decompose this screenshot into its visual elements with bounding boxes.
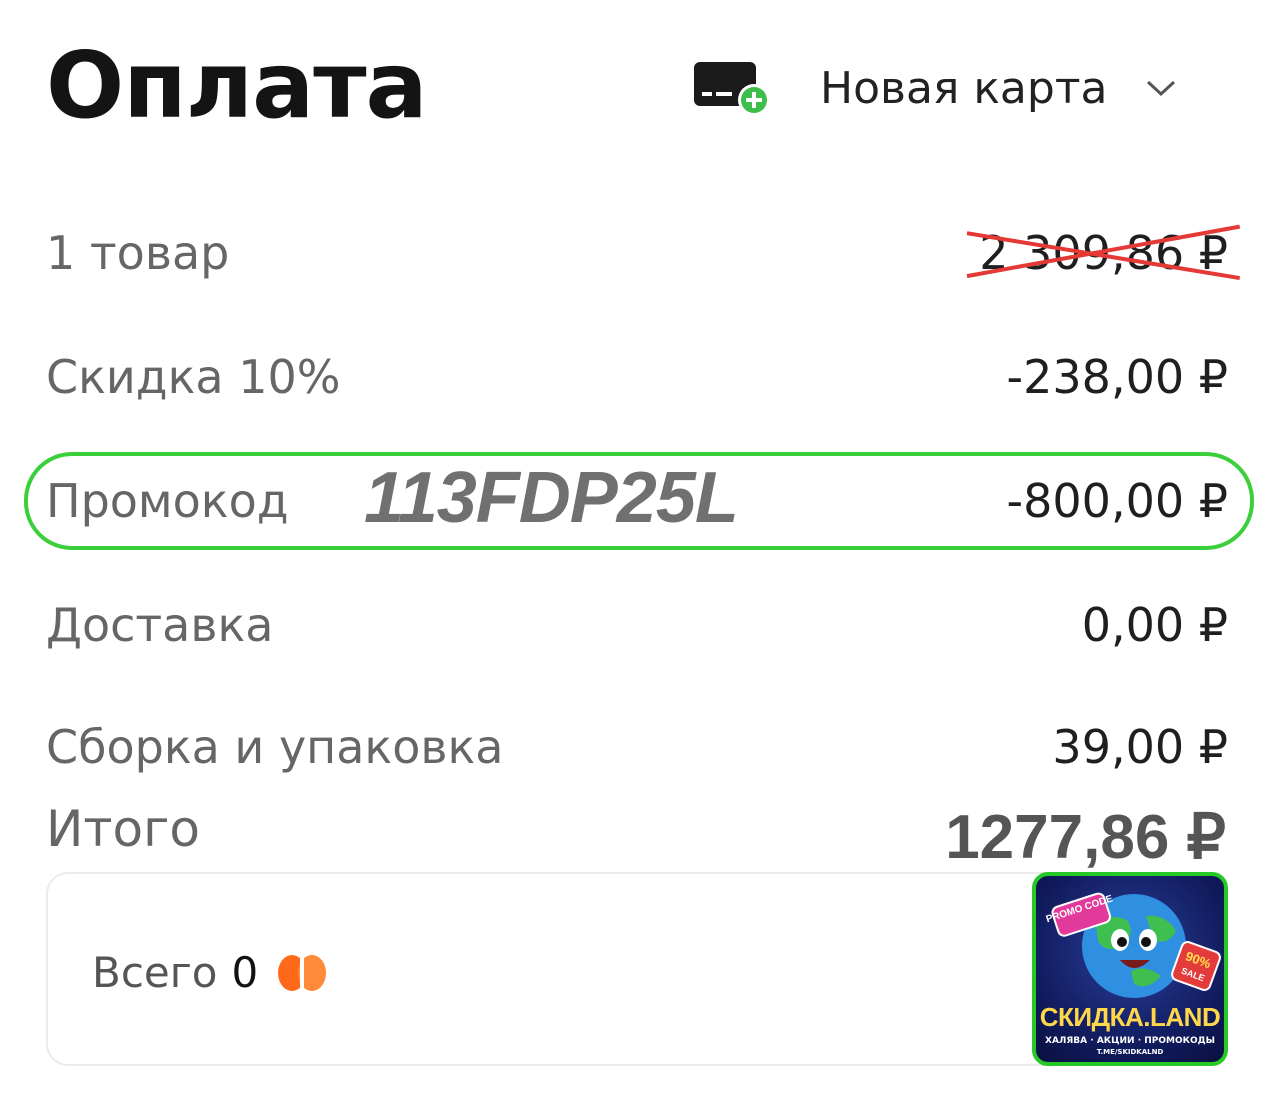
summary-row-value: 0,00 ₽ [1081, 598, 1228, 652]
payment-method-label: Новая карта [820, 62, 1108, 114]
summary-row-label: 1 товар [46, 226, 230, 280]
chevron-down-icon [1147, 80, 1176, 97]
logo-tagline: ХАЛЯВА · АКЦИИ · ПРОМОКОДЫ [1045, 1036, 1215, 1046]
total-value: 1277,86 ₽ [945, 803, 1226, 872]
summary-row-label: Промокод [46, 474, 289, 528]
payment-method-select[interactable]: Новая карта [692, 58, 1177, 118]
bonus-count: 0 [231, 948, 259, 997]
total-label: Итого [46, 800, 200, 858]
struck-price: 2 309,86 ₽ [979, 226, 1228, 280]
bonus-balance: Всего 0 [92, 948, 328, 997]
logo-title: СКИДКА.LAND [1039, 1002, 1221, 1032]
bonus-label: Всего [92, 948, 218, 997]
page-title: Оплата [46, 32, 428, 139]
summary-row-label: Доставка [46, 598, 274, 652]
card-add-icon [694, 62, 770, 116]
promo-code-text: 113FDP25L [364, 458, 739, 538]
summary-row-label: Скидка 10% [46, 350, 341, 404]
bonus-coin-icon [278, 954, 327, 991]
summary-row-value: -238,00 ₽ [1006, 350, 1228, 404]
summary-row-delivery: Доставка 0,00 ₽ [46, 590, 1228, 660]
summary-row-value: -800,00 ₽ [1006, 474, 1228, 528]
summary-row-label: Сборка и упаковка [46, 720, 504, 774]
summary-row-value: 39,00 ₽ [1052, 720, 1228, 774]
summary-row-items: 1 товар 2 309,86 ₽ [46, 218, 1228, 288]
summary-row-discount: Скидка 10% -238,00 ₽ [46, 342, 1228, 412]
logo-link: T.ME/SKIDKALND [1096, 1048, 1164, 1056]
skidka-land-logo: PROMO CODE 90% SALE СКИДКА.LAND ХАЛЯВА ·… [1032, 872, 1228, 1066]
summary-row-packaging: Сборка и упаковка 39,00 ₽ [46, 712, 1228, 782]
strike-cross-icon [967, 220, 1240, 286]
